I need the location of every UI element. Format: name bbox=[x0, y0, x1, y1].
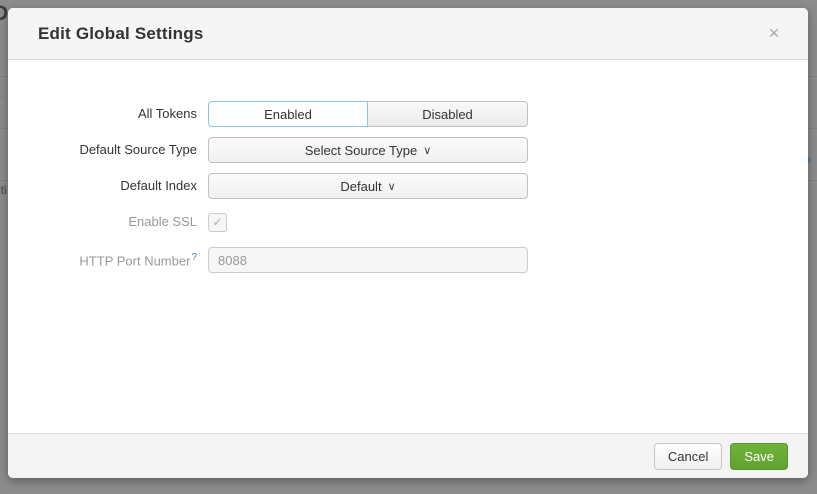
default-index-row: Default Index Default ∨ bbox=[8, 173, 808, 199]
default-source-type-label: Default Source Type bbox=[8, 142, 197, 158]
all-tokens-toggle-group: Enabled Disabled bbox=[208, 101, 528, 127]
enable-ssl-label: Enable SSL bbox=[8, 214, 197, 230]
all-tokens-disabled-button[interactable]: Disabled bbox=[368, 101, 528, 127]
modal-header: Edit Global Settings ✕ bbox=[8, 8, 808, 60]
check-icon: ✓ bbox=[212, 215, 222, 229]
all-tokens-row: All Tokens Enabled Disabled bbox=[8, 101, 808, 127]
default-index-label: Default Index bbox=[8, 178, 197, 194]
background-text-fragment: eti bbox=[0, 183, 7, 197]
default-index-dropdown[interactable]: Default ∨ bbox=[208, 173, 528, 199]
default-index-value: Default bbox=[340, 179, 381, 194]
save-button[interactable]: Save bbox=[730, 443, 788, 470]
http-port-number-label: HTTP Port Number? bbox=[8, 250, 197, 269]
modal-body: All Tokens Enabled Disabled Default Sour… bbox=[8, 60, 808, 433]
http-port-number-input bbox=[208, 247, 528, 273]
help-icon[interactable]: ? bbox=[191, 252, 197, 263]
http-port-number-row: HTTP Port Number? bbox=[8, 247, 808, 273]
chevron-down-icon: ∨ bbox=[388, 182, 396, 193]
edit-global-settings-modal: Edit Global Settings ✕ All Tokens Enable… bbox=[8, 8, 808, 478]
default-source-type-dropdown[interactable]: Select Source Type ∨ bbox=[208, 137, 528, 163]
enable-ssl-checkbox: ✓ bbox=[208, 213, 227, 232]
background-page-title-fragment: D bbox=[0, 2, 8, 26]
chevron-down-icon: ∨ bbox=[423, 146, 431, 157]
close-icon[interactable]: ✕ bbox=[762, 22, 786, 46]
cancel-button[interactable]: Cancel bbox=[654, 443, 722, 470]
all-tokens-enabled-button[interactable]: Enabled bbox=[208, 101, 368, 127]
default-source-type-value: Select Source Type bbox=[305, 143, 418, 158]
all-tokens-label: All Tokens bbox=[8, 106, 197, 122]
default-source-type-row: Default Source Type Select Source Type ∨ bbox=[8, 137, 808, 163]
modal-footer: Cancel Save bbox=[8, 433, 808, 478]
enable-ssl-row: Enable SSL ✓ bbox=[8, 209, 808, 235]
modal-title: Edit Global Settings bbox=[38, 24, 762, 44]
